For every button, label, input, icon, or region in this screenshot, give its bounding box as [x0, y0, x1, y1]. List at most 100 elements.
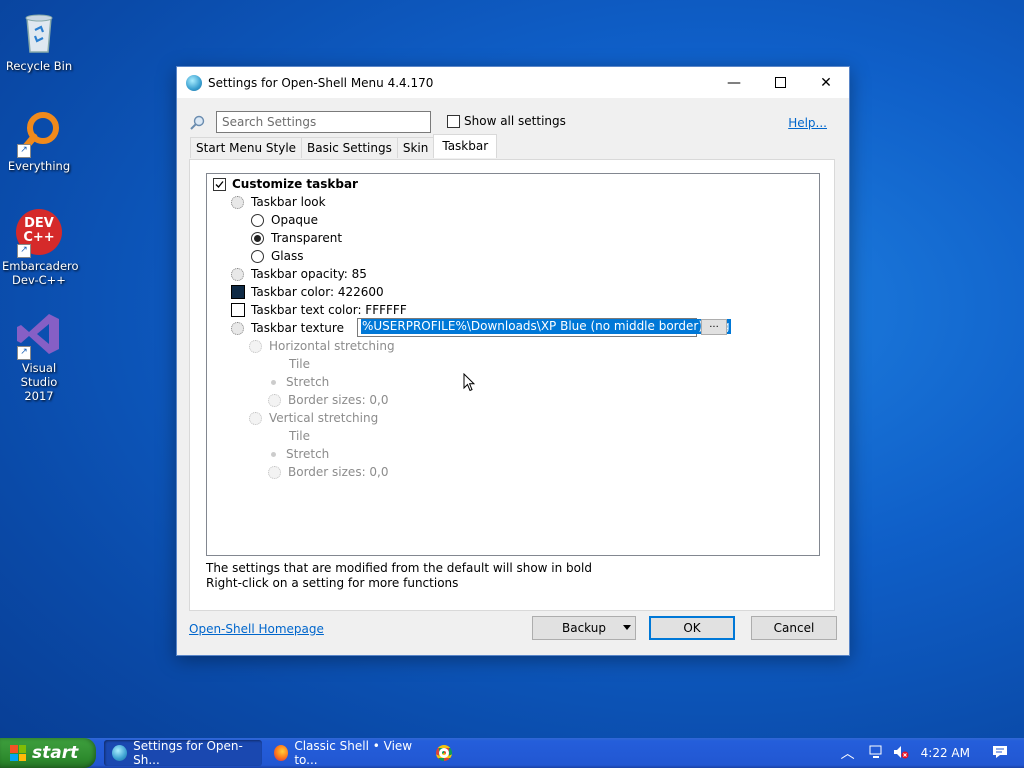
maximize-icon [774, 77, 786, 88]
everything-icon: ↗ [15, 108, 63, 158]
taskbar-text-color-label: Taskbar text color: FFFFFF [251, 303, 407, 317]
task-chrome[interactable] [428, 740, 460, 766]
color-swatch [231, 285, 245, 299]
h-stretch-radio[interactable]: Stretch [267, 373, 329, 391]
start-label: start [32, 743, 79, 763]
checkbox-checked-icon [213, 177, 226, 191]
taskbar-opacity-item[interactable]: Taskbar opacity: 85 [231, 265, 367, 283]
show-hidden-icons-chevron-icon[interactable]: ︿ [841, 743, 855, 763]
glass-radio[interactable]: Glass [251, 247, 304, 265]
h-border-sizes-label: Border sizes: 0,0 [288, 393, 389, 407]
vertical-stretching-item[interactable]: Vertical stretching [249, 409, 378, 427]
customize-taskbar-item[interactable]: Customize taskbar [213, 175, 358, 193]
task-label: Classic Shell • View to... [294, 739, 413, 767]
backup-button[interactable]: Backup [532, 616, 636, 640]
taskbar: start Settings for Open-Sh... Classic Sh… [0, 738, 1024, 768]
v-stretch-label: Stretch [286, 447, 330, 461]
backup-label: Backup [562, 621, 606, 635]
start-button[interactable]: start [0, 738, 96, 768]
color-swatch [231, 303, 245, 317]
ok-button[interactable]: OK [649, 616, 735, 640]
close-button[interactable]: ✕ [803, 67, 849, 98]
show-all-settings-checkbox[interactable]: Show all settings [447, 114, 566, 128]
recycle-bin-icon [15, 8, 63, 56]
maximize-button[interactable] [757, 67, 803, 98]
v-tile-radio[interactable]: Tile [275, 427, 310, 445]
gear-icon [268, 465, 281, 479]
settings-window: Settings for Open-Shell Menu 4.4.170 — ✕… [176, 66, 850, 656]
tab-skin[interactable]: Skin [396, 137, 435, 158]
customize-taskbar-label: Customize taskbar [232, 177, 358, 191]
h-tile-label: Tile [289, 357, 311, 371]
open-shell-icon [186, 74, 202, 91]
h-border-sizes-item[interactable]: Border sizes: 0,0 [268, 391, 389, 409]
texture-path-selection: %USERPROFILE%\Downloads\XP Blue (no midd… [361, 319, 731, 334]
radio-dot-icon [271, 379, 276, 385]
taskbar-color-item[interactable]: Taskbar color: 422600 [231, 283, 384, 301]
v-stretch-radio[interactable]: Stretch [267, 445, 329, 463]
open-shell-homepage-link[interactable]: Open-Shell Homepage [189, 622, 324, 636]
horizontal-stretching-label: Horizontal stretching [269, 339, 395, 353]
everything-desktop-icon[interactable]: ↗ Everything [2, 108, 76, 173]
devcpp-desktop-icon[interactable]: DEV C++ ↗ Embarcadero Dev-C++ [2, 208, 79, 287]
gear-icon [268, 393, 281, 407]
shortcut-arrow-icon: ↗ [17, 346, 31, 360]
search-input[interactable]: Search Settings [216, 111, 431, 133]
recycle-bin-desktop-icon[interactable]: Recycle Bin [2, 8, 76, 73]
search-icon [189, 115, 205, 131]
v-border-sizes-item[interactable]: Border sizes: 0,0 [268, 463, 389, 481]
shortcut-arrow-icon: ↗ [17, 144, 31, 158]
action-center-icon[interactable] [992, 745, 1008, 762]
radio-dot-icon [271, 451, 276, 457]
task-classic-shell-firefox[interactable]: Classic Shell • View to... [266, 739, 424, 767]
opaque-label: Opaque [271, 213, 319, 227]
transparent-radio[interactable]: Transparent [251, 229, 342, 247]
everything-label: Everything [7, 159, 71, 173]
taskbar-text-color-item[interactable]: Taskbar text color: FFFFFF [231, 301, 407, 319]
transparent-label: Transparent [271, 231, 343, 245]
shortcut-arrow-icon: ↗ [17, 244, 31, 258]
clock-time[interactable]: 4:22 AM [921, 746, 970, 760]
minimize-button[interactable]: — [711, 67, 757, 98]
tab-start-menu-style[interactable]: Start Menu Style [190, 137, 303, 158]
volume-muted-icon[interactable] [893, 745, 909, 762]
tab-basic-settings[interactable]: Basic Settings [301, 137, 398, 158]
tab-taskbar[interactable]: Taskbar [433, 134, 498, 158]
help-link[interactable]: Help... [788, 116, 827, 130]
devcpp-label-line1: Embarcadero [2, 259, 79, 273]
taskbar-texture-label: Taskbar texture [251, 321, 344, 335]
v-tile-label: Tile [289, 429, 311, 443]
visual-studio-label-line2: 2017 [24, 389, 54, 403]
v-border-sizes-label: Border sizes: 0,0 [288, 465, 389, 479]
browse-button[interactable]: ... [701, 319, 727, 335]
radio-icon [251, 249, 264, 263]
h-tile-radio[interactable]: Tile [275, 355, 310, 373]
chrome-icon [436, 745, 452, 761]
system-tray: ︿ 4:22 AM [841, 738, 1024, 768]
h-stretch-label: Stretch [286, 375, 330, 389]
task-settings-open-shell[interactable]: Settings for Open-Sh... [104, 739, 262, 767]
horizontal-stretching-item[interactable]: Horizontal stretching [249, 337, 395, 355]
cancel-button[interactable]: Cancel [751, 616, 837, 640]
taskbar-look-item[interactable]: Taskbar look [231, 193, 326, 211]
devcpp-icon-text: DEV C++ [23, 216, 55, 245]
opaque-radio[interactable]: Opaque [251, 211, 318, 229]
visual-studio-desktop-icon[interactable]: ↗ Visual Studio 2017 [2, 310, 76, 403]
checkbox-icon [447, 114, 460, 128]
gear-icon [231, 267, 244, 281]
radio-icon [251, 213, 264, 227]
show-all-settings-label: Show all settings [464, 114, 566, 128]
window-title: Settings for Open-Shell Menu 4.4.170 [208, 75, 434, 90]
mouse-cursor-icon [463, 372, 476, 395]
visual-studio-label-line1: Visual Studio [20, 361, 58, 389]
title-bar[interactable]: Settings for Open-Shell Menu 4.4.170 — ✕ [177, 67, 849, 98]
taskbar-texture-item[interactable]: Taskbar texture %USERPROFILE%\Downloads\… [231, 318, 751, 337]
right-click-note: Right-click on a setting for more functi… [206, 576, 459, 590]
taskbar-tab-panel: Customize taskbar Taskbar look Opaque Tr… [189, 159, 835, 611]
network-icon[interactable] [869, 745, 885, 762]
vertical-stretching-label: Vertical stretching [269, 411, 379, 425]
firefox-icon [274, 745, 289, 761]
open-shell-icon [112, 745, 128, 761]
taskbar-texture-input[interactable]: %USERPROFILE%\Downloads\XP Blue (no midd… [357, 318, 731, 337]
settings-tree[interactable]: Customize taskbar Taskbar look Opaque Tr… [206, 173, 820, 556]
